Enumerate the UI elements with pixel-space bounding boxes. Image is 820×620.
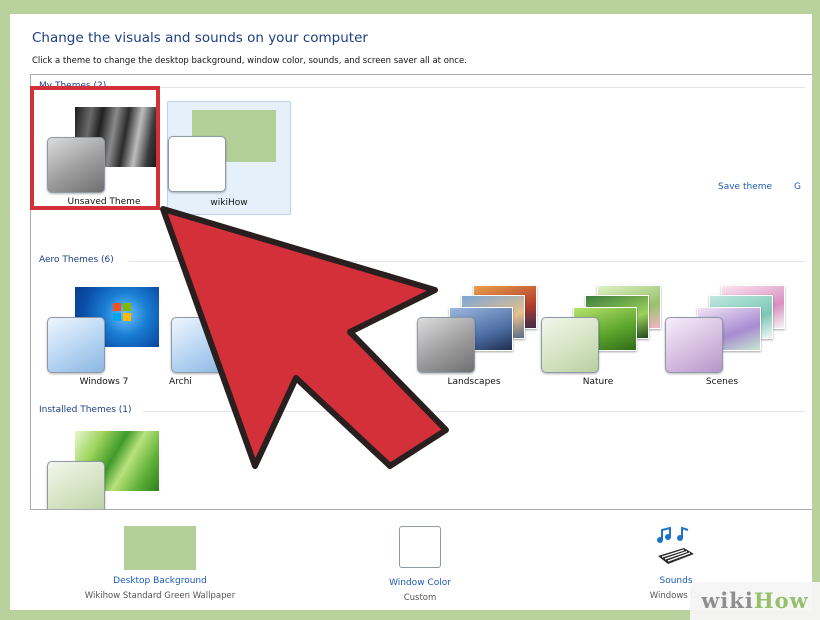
wikihow-watermark: wikiHow bbox=[690, 582, 820, 620]
red-arrow-icon bbox=[160, 206, 449, 469]
watermark-wiki: wiki bbox=[701, 588, 754, 613]
watermark-how: How bbox=[753, 588, 809, 613]
pointer-arrow-graphic bbox=[160, 206, 449, 469]
